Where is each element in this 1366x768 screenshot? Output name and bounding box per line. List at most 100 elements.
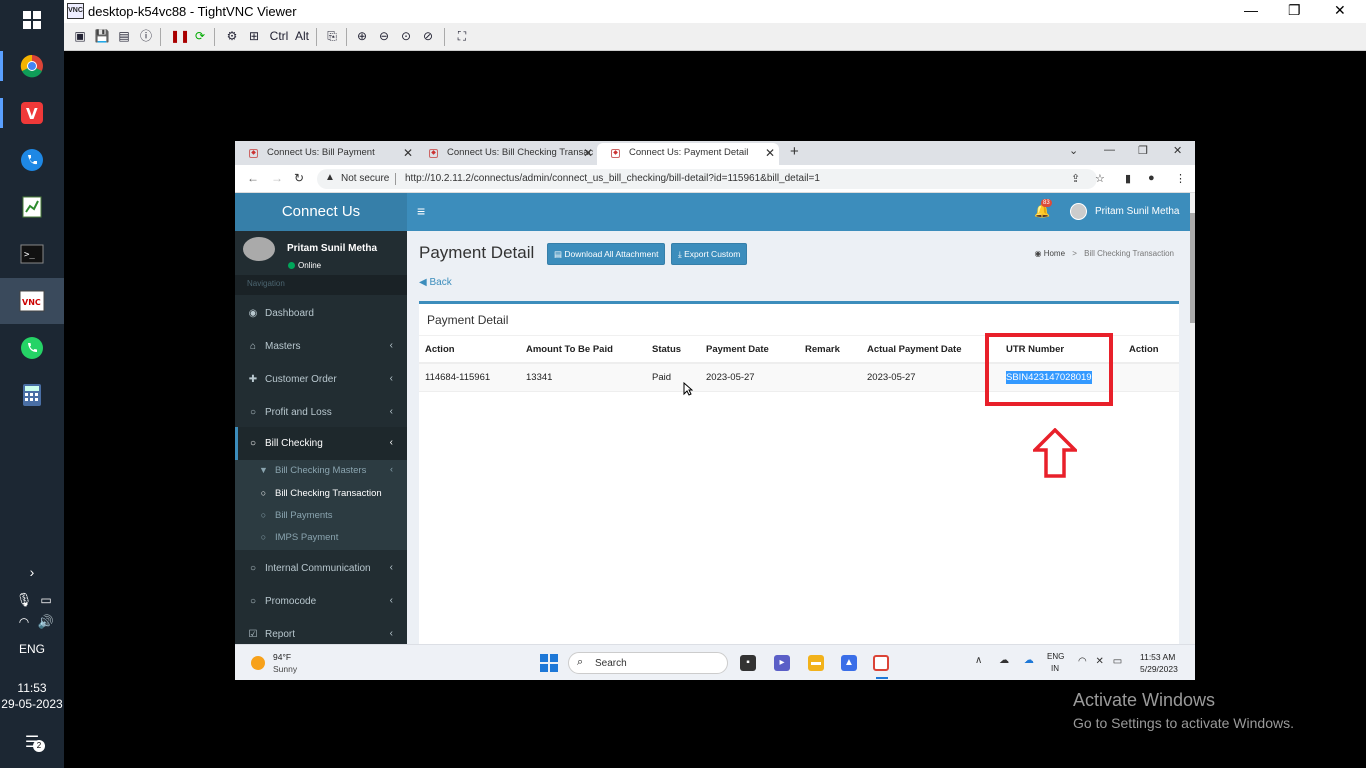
sidebar-item-internal-communication[interactable]: ○ Internal Communication ‹ — [235, 552, 407, 585]
teams-icon[interactable]: ▸ — [774, 655, 790, 671]
sidebar-item-masters[interactable]: ⌂ Masters ‹ — [235, 330, 407, 363]
speaker-icon[interactable]: 🔊 — [30, 606, 62, 638]
sidebar-item-promocode[interactable]: ○ Promocode ‹ — [235, 585, 407, 618]
file-explorer-icon[interactable]: ▬ — [808, 655, 824, 671]
share-icon[interactable]: ⇪ — [1071, 172, 1080, 185]
calculator-icon[interactable] — [16, 379, 48, 411]
sidebar-subitem-transaction[interactable]: ○ Bill Checking Transaction — [235, 483, 407, 505]
host-lang[interactable]: ENG — [0, 642, 64, 656]
zoom-100-icon[interactable]: ⊙ — [398, 28, 414, 44]
tab-close-icon[interactable]: ✕ — [583, 143, 593, 163]
refresh-icon[interactable]: ⟳ — [192, 28, 208, 44]
onedrive-icon[interactable]: ☁ — [1024, 655, 1034, 666]
browser-minimize-icon[interactable]: — — [1104, 144, 1115, 156]
reload-icon[interactable]: ↻ — [294, 171, 304, 185]
windows-start-icon[interactable] — [540, 654, 558, 672]
save-icon[interactable]: 💾 — [94, 28, 110, 44]
breadcrumb-home[interactable]: Home — [1044, 249, 1065, 258]
new-tab-icon[interactable]: + — [790, 143, 799, 160]
sidebar-item-profit-loss[interactable]: ○ Profit and Loss ‹ — [235, 396, 407, 429]
browser-restore-icon[interactable]: ❐ — [1138, 144, 1148, 157]
pause-icon[interactable]: ❚❚ — [170, 28, 190, 44]
host-clock-date[interactable]: 29-05-2023 — [0, 697, 64, 711]
side-panel-icon[interactable]: ▮ — [1125, 172, 1131, 185]
app-logo[interactable]: Connect Us — [235, 193, 407, 231]
weather-condition[interactable]: Sunny — [273, 664, 297, 674]
host-clock-time[interactable]: 11:53 — [0, 681, 64, 695]
remote-clock-date[interactable]: 5/29/2023 — [1140, 664, 1178, 674]
app-a-icon[interactable]: ▲ — [841, 655, 857, 671]
network-status-icons[interactable]: ◠ ✕ ▭ — [1078, 656, 1122, 667]
sidebar-item-customer-order[interactable]: ✚ Customer Order ‹ — [235, 363, 407, 396]
phone-app-icon[interactable] — [16, 144, 48, 176]
forward-arrow-icon[interactable]: → — [271, 171, 283, 185]
bookmark-star-icon[interactable]: ☆ — [1095, 172, 1105, 185]
alt-key-icon[interactable]: Alt — [292, 28, 312, 44]
sidebar-item-bill-checking[interactable]: ○ Bill Checking ‹ — [235, 427, 407, 460]
weather-temp[interactable]: 94°F — [273, 652, 291, 662]
host-taskbar: V >_ VNC › 🎙 ▭ ◠ 🔊 ENG 11:53 29-05-2023 … — [0, 0, 64, 768]
tab-payment-detail[interactable]: ◆ Connect Us: Payment Detail ✕ — [597, 143, 779, 165]
chevron-up-icon[interactable]: ∧ — [975, 655, 982, 666]
zoom-out-icon[interactable]: ⊖ — [376, 28, 392, 44]
windows-start-icon[interactable] — [16, 4, 48, 36]
browser-close-icon[interactable]: ✕ — [1173, 144, 1182, 157]
url-input[interactable]: ▲ Not secure http://10.2.11.2/connectus/… — [317, 169, 1097, 189]
vnc-app-icon[interactable]: VNC — [16, 285, 48, 317]
clipboard-icon[interactable]: ⎘ — [324, 28, 340, 44]
ctrl-key-icon[interactable]: Ctrl — [268, 28, 290, 44]
profile-icon[interactable]: ● — [1148, 172, 1155, 184]
new-connection-icon[interactable]: ▣ — [72, 28, 88, 44]
taskbar-search-input[interactable]: ⌕ Search — [568, 652, 728, 674]
not-secure-label[interactable]: Not secure — [341, 173, 389, 184]
sidebar-subitem-imps-payment[interactable]: ○ IMPS Payment — [235, 527, 407, 549]
minimize-icon[interactable]: — — [1244, 2, 1258, 18]
ctrl-alt-del-icon[interactable]: ⚙ — [224, 28, 240, 44]
export-custom-button[interactable]: ⤓ Export Custom — [671, 243, 748, 265]
sidebar-subitem-masters[interactable]: ▼ Bill Checking Masters ‹ — [235, 460, 407, 482]
terminal-icon[interactable]: >_ — [16, 238, 48, 270]
sidebar-item-label: Profit and Loss — [265, 407, 332, 418]
input-region[interactable]: IN — [1051, 664, 1059, 673]
file-icon: ▤ — [554, 249, 565, 259]
tab-search-chevron-icon[interactable]: ⌄ — [1069, 144, 1078, 157]
back-link[interactable]: ◀ Back — [419, 277, 452, 288]
user-avatar[interactable] — [1070, 203, 1087, 220]
url-text[interactable]: http://10.2.11.2/connectus/admin/connect… — [405, 173, 820, 184]
top-user-name[interactable]: Pritam Sunil Metha — [1095, 206, 1179, 217]
chevron-left-icon: ‹ — [389, 406, 393, 417]
info-icon[interactable]: ⓘ — [138, 28, 154, 44]
download-all-attachment-button[interactable]: ▤ Download All Attachment — [547, 243, 666, 265]
tab-close-icon[interactable]: ✕ — [765, 143, 775, 163]
tab-bill-payment[interactable]: ◆ Connect Us: Bill Payment ✕ — [235, 143, 417, 165]
restore-icon[interactable]: ❐ — [1288, 2, 1301, 19]
warning-icon[interactable]: ▲ — [325, 172, 335, 183]
close-icon[interactable]: ✕ — [1334, 2, 1346, 19]
chevron-left-icon: ‹ — [390, 464, 393, 474]
remote-clock-time[interactable]: 11:53 AM — [1140, 652, 1175, 662]
start-menu-icon[interactable]: ⊞ — [246, 28, 262, 44]
cloud-weather-icon[interactable]: ☁ — [999, 655, 1009, 666]
page-scrollbar-thumb[interactable] — [1190, 213, 1195, 323]
options-icon[interactable]: ▤ — [116, 28, 132, 44]
chrome-taskbar-icon[interactable] — [873, 655, 889, 671]
whatsapp-icon[interactable] — [16, 332, 48, 364]
sidebar-item-dashboard[interactable]: ◉ Dashboard — [235, 297, 407, 330]
fullscreen-icon[interactable]: ⛶ — [454, 28, 470, 44]
hamburger-menu-icon[interactable]: ≡ — [417, 203, 425, 219]
sidebar-subitem-bill-payments[interactable]: ○ Bill Payments — [235, 505, 407, 527]
task-view-icon[interactable]: ▪ — [740, 655, 756, 671]
back-arrow-icon[interactable]: ← — [247, 171, 259, 185]
tab-close-icon[interactable]: ✕ — [403, 143, 413, 163]
chrome-icon[interactable] — [16, 50, 48, 82]
vivaldi-icon[interactable]: V — [16, 97, 48, 129]
sun-icon[interactable] — [251, 656, 265, 670]
bill-checking-submenu: ▼ Bill Checking Masters ‹ ○ Bill Checkin… — [235, 460, 407, 550]
zoom-fit-icon[interactable]: ⊘ — [420, 28, 436, 44]
search-icon: ⌕ — [577, 656, 584, 668]
input-lang[interactable]: ENG — [1047, 652, 1064, 661]
zoom-in-icon[interactable]: ⊕ — [354, 28, 370, 44]
browser-menu-icon[interactable]: ⋮ — [1175, 172, 1186, 185]
tab-bill-checking-transaction[interactable]: ◆ Connect Us: Bill Checking Transac ✕ — [415, 143, 597, 165]
notepad-chart-icon[interactable] — [16, 191, 48, 223]
